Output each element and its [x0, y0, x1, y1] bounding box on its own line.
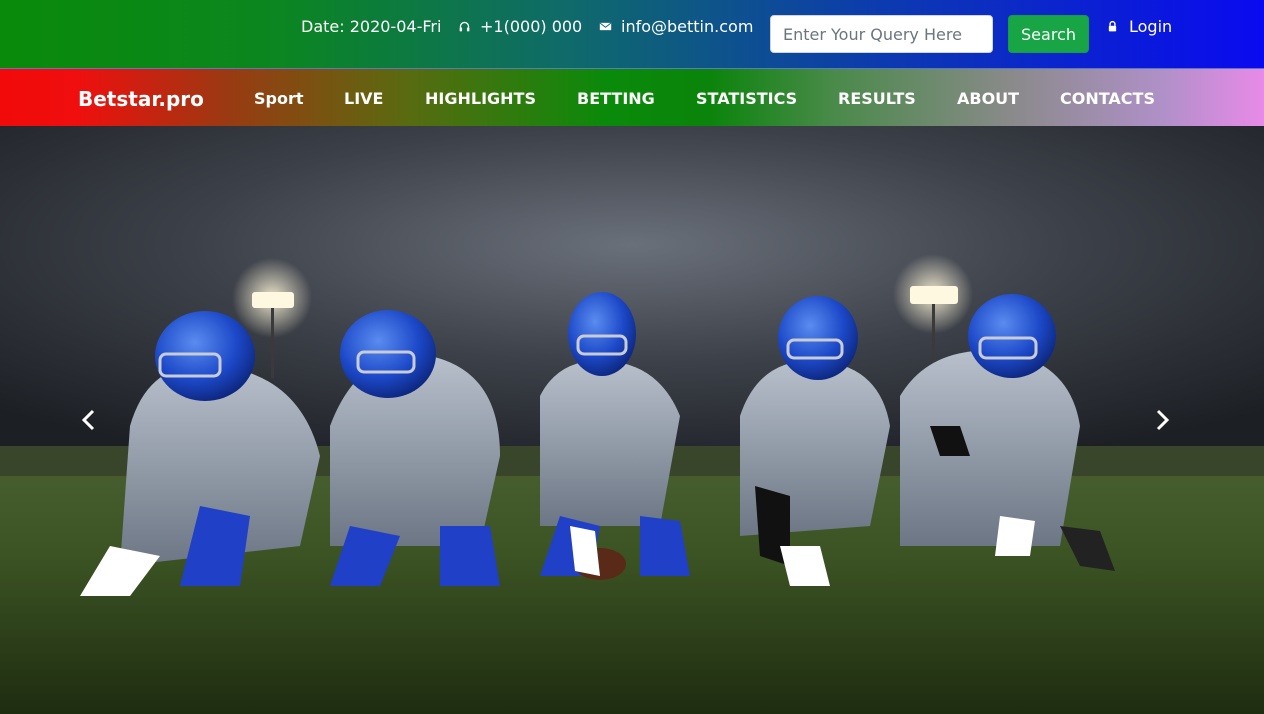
headset-icon	[459, 21, 470, 32]
date-text: Date: 2020-04-Fri	[301, 17, 442, 36]
email-text: info@bettin.com	[621, 17, 754, 36]
search-input[interactable]	[770, 15, 993, 53]
football-linemen-image	[0, 126, 1264, 714]
chevron-right-icon	[1156, 409, 1170, 431]
phone-text: +1(000) 000	[480, 17, 583, 36]
nav-link-sport[interactable]: Sport	[254, 89, 304, 108]
phone-contact[interactable]: +1(000) 000	[458, 17, 582, 36]
carousel-prev-button[interactable]	[80, 409, 110, 439]
carousel-next-button[interactable]	[1155, 409, 1185, 439]
nav-link-results[interactable]: RESULTS	[838, 89, 916, 108]
login-label: Login	[1129, 17, 1173, 36]
hero-carousel	[0, 126, 1264, 714]
date-display: Date: 2020-04-Fri	[301, 17, 441, 36]
nav-link-live[interactable]: LIVE	[344, 89, 383, 108]
envelope-icon	[599, 22, 612, 31]
nav-link-about[interactable]: ABOUT	[957, 89, 1019, 108]
lock-icon	[1108, 20, 1117, 32]
main-navbar: Betstar.pro Sport LIVE HIGHLIGHTS BETTIN…	[0, 69, 1264, 126]
nav-link-betting[interactable]: BETTING	[577, 89, 655, 108]
top-info-bar: Date: 2020-04-Fri +1(000) 000 info@betti…	[0, 0, 1264, 69]
nav-link-statistics[interactable]: STATISTICS	[696, 89, 797, 108]
login-link[interactable]: Login	[1106, 17, 1172, 36]
nav-link-highlights[interactable]: HIGHLIGHTS	[425, 89, 536, 108]
search-button[interactable]: Search	[1008, 15, 1089, 53]
nav-link-contacts[interactable]: CONTACTS	[1060, 89, 1155, 108]
email-contact[interactable]: info@bettin.com	[599, 17, 753, 36]
chevron-left-icon	[81, 409, 95, 431]
brand-logo[interactable]: Betstar.pro	[78, 87, 204, 111]
